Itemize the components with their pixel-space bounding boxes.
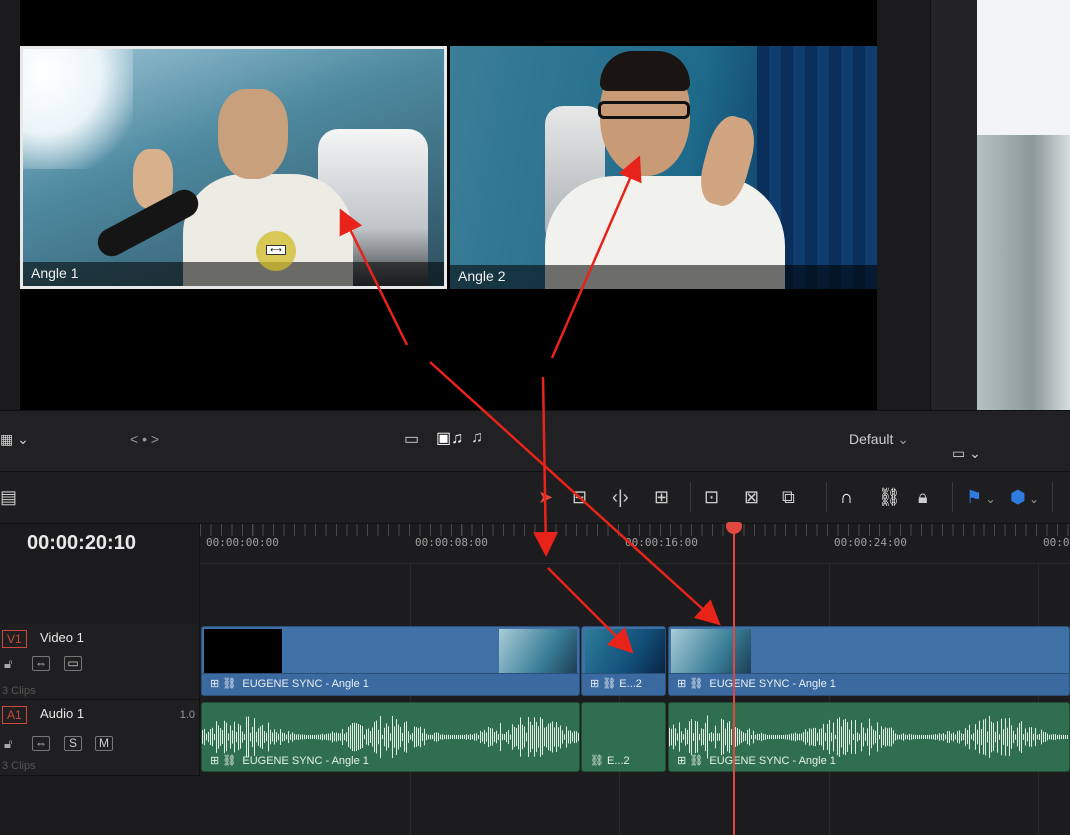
overwrite-clip-icon[interactable]: ⊠: [744, 486, 759, 508]
marker-icon[interactable]: ⬢ ⌄: [1010, 486, 1039, 510]
auto-select-icon[interactable]: ⇔: [32, 736, 50, 751]
track-name-video-1[interactable]: Video 1: [40, 630, 84, 645]
selection-pointer-icon[interactable]: ➤: [538, 486, 553, 508]
trim-icon[interactable]: ⊟: [572, 486, 587, 508]
angle-1-video-frame: [23, 49, 444, 286]
snapping-icon[interactable]: ∩: [840, 486, 853, 508]
clip-label: ⛓ E...2: [590, 755, 630, 767]
video-track-header: V1 Video 1 🔓︎ ⇔ ▭ 3 Clips: [0, 624, 200, 700]
angle-2-tile[interactable]: Angle 2: [450, 46, 877, 289]
ruler-tick-label: 00:00:00:00: [206, 536, 279, 549]
lock-icon[interactable]: 🔓︎: [4, 656, 12, 672]
audio-clip[interactable]: ⊞ ⛓ EUGENE SYNC - Angle 1: [201, 702, 580, 772]
ruler-tick-label: 00:00: [1043, 536, 1070, 549]
lock-icon[interactable]: 🔓︎: [4, 736, 12, 752]
dynamic-trim-icon[interactable]: ‹|›: [612, 486, 629, 508]
clip-label: ⊞ ⛓ EUGENE SYNC - Angle 1: [677, 755, 836, 767]
audio-clip-count: 3 Clips: [2, 760, 36, 772]
ruler-tick-label: 00:00:24:00: [834, 536, 907, 549]
replace-clip-icon[interactable]: ⧉: [782, 486, 795, 508]
film-icon[interactable]: ▭: [64, 656, 82, 671]
blade-icon[interactable]: ⊞: [654, 486, 669, 508]
viewer-divider: [930, 0, 977, 410]
video-clip-count: 3 Clips: [2, 685, 36, 697]
preset-select[interactable]: Default: [849, 431, 909, 448]
ruler-tick-label: 00:00:16:00: [625, 536, 698, 549]
position-lock-icon[interactable]: 🔒︎: [918, 486, 928, 508]
track-badge-a1[interactable]: A1: [2, 706, 27, 724]
angle-navigator[interactable]: < • >: [130, 431, 159, 447]
audio-clip[interactable]: ⛓ E...2: [581, 702, 666, 772]
video-clip[interactable]: ⊞ ⛓ EUGENE SYNC - Angle 1: [668, 626, 1070, 696]
clip-label: ⊞ ⛓ EUGENE SYNC - Angle 1: [210, 755, 369, 767]
transform-icon[interactable]: ▭ ⌄: [952, 445, 981, 462]
viewer-toolbar: ▦ ⌄ < • > ▭ ▣♫ ♫ Default ▭ ⌄: [0, 410, 1070, 472]
video-clip[interactable]: ⊞ ⛓ EUGENE SYNC - Angle 1: [201, 626, 580, 696]
clip-label: ⊞ ⛓ E...2: [582, 673, 665, 695]
audio-clip[interactable]: ⊞ ⛓ EUGENE SYNC - Angle 1: [668, 702, 1070, 772]
video-clip[interactable]: ⊞ ⛓ E...2: [581, 626, 666, 696]
ruler-tick-label: 00:00:08:00: [415, 536, 488, 549]
audio-mode-icon[interactable]: ♫: [471, 429, 483, 447]
timeline-options-icon[interactable]: ▤: [0, 486, 17, 508]
multicam-viewer: Angle 1 ⟷ Angle 2: [20, 0, 877, 410]
track-name-audio-1[interactable]: Audio 1: [40, 706, 84, 721]
audio-track-header: A1 Audio 1 1.0 🔓︎ ⇔ S M 3 Clips: [0, 700, 200, 776]
timeline-header: 00:00:20:10: [0, 524, 200, 624]
angle-1-label: Angle 1: [31, 265, 79, 281]
insert-clip-icon[interactable]: ⊡: [704, 486, 719, 508]
angle-2-label: Angle 2: [458, 268, 506, 284]
razor-cursor-icon: ⟷: [256, 231, 296, 271]
timeline-ruler[interactable]: 00:00:00:00 00:00:08:00 00:00:16:00 00:0…: [200, 524, 1070, 564]
angle-2-video-frame: [450, 46, 877, 289]
program-viewer: [977, 0, 1070, 410]
linked-selection-icon[interactable]: ⛓: [878, 486, 901, 508]
audio-video-mode-icon[interactable]: ▣♫: [436, 428, 463, 448]
timeline-track-area[interactable]: [200, 564, 1070, 835]
angle-1-tile[interactable]: Angle 1 ⟷: [20, 46, 447, 289]
track-badge-v1[interactable]: V1: [2, 630, 27, 648]
timeline-toolbar: ▤ ➤ ⊟ ‹|› ⊞ ⊡ ⊠ ⧉ ∩ ⛓ 🔒︎ ⚑ ⌄ ⬢ ⌄: [0, 472, 1070, 524]
clip-label: ⊞ ⛓ EUGENE SYNC - Angle 1: [202, 673, 579, 695]
audio-level: 1.0: [179, 709, 195, 721]
playhead[interactable]: [733, 522, 735, 835]
mute-button[interactable]: M: [95, 736, 113, 751]
solo-button[interactable]: S: [64, 736, 82, 751]
timecode-display: 00:00:20:10: [27, 532, 136, 554]
auto-select-icon[interactable]: ⇔: [32, 656, 50, 671]
clip-label: ⊞ ⛓ EUGENE SYNC - Angle 1: [669, 673, 1069, 695]
multicam-grid-icon[interactable]: ▦ ⌄: [0, 431, 29, 448]
flag-icon[interactable]: ⚑ ⌄: [966, 486, 996, 510]
video-mode-icon[interactable]: ▭: [404, 429, 419, 449]
